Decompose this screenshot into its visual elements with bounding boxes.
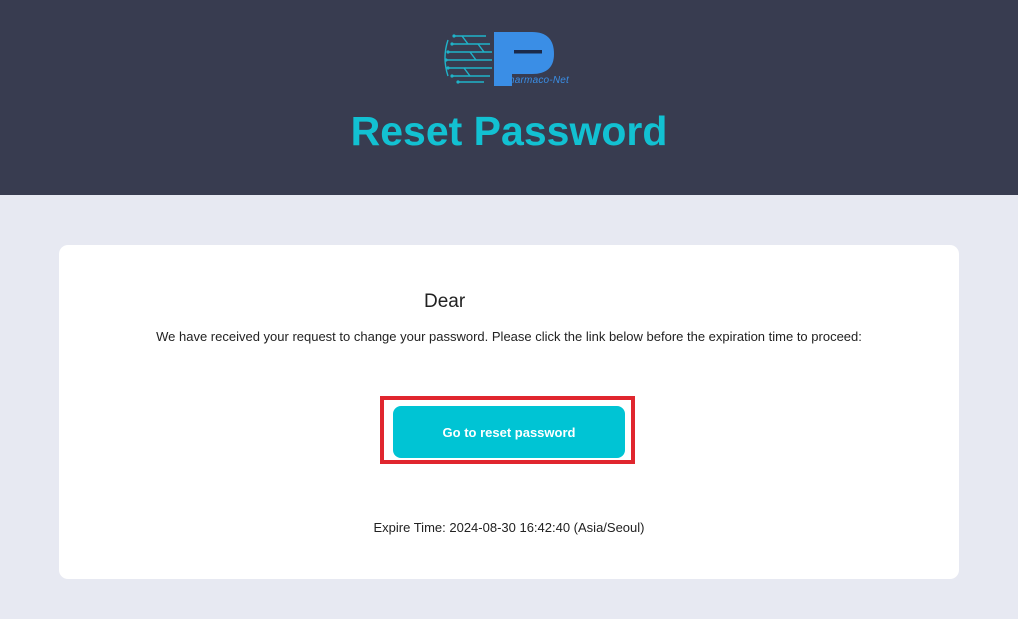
page-title: Reset Password — [350, 108, 668, 154]
reset-message: We have received your request to change … — [156, 329, 862, 344]
reset-password-button[interactable]: Go to reset password — [393, 406, 625, 458]
greeting-text: Dear — [424, 291, 466, 312]
email-card: Dear We have received your request to ch… — [59, 245, 959, 579]
header: harmaco-Net Reset Password — [0, 0, 1018, 195]
logo-text: harmaco-Net — [509, 75, 569, 86]
expire-time-text: Expire Time: 2024-08-30 16:42:40 (Asia/S… — [373, 520, 645, 535]
